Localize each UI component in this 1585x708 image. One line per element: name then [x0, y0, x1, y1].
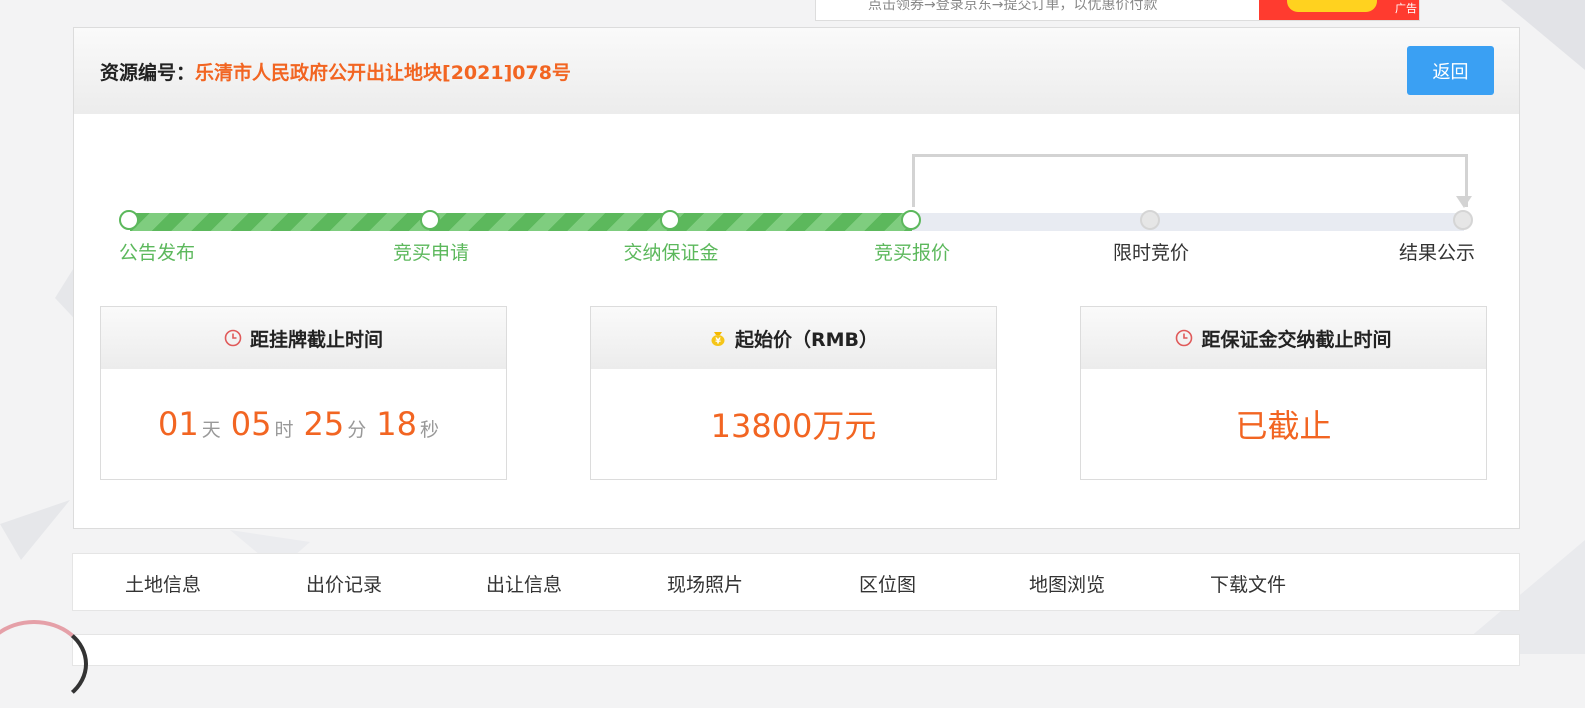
money-bag-icon: ¥	[711, 332, 725, 346]
box-title: 距挂牌截止时间	[249, 328, 383, 351]
step-label-4: 竞买报价	[873, 242, 951, 264]
svg-text:¥: ¥	[715, 337, 721, 346]
card-header: 资源编号：乐清市人民政府公开出让地块[2021]078号 返回	[74, 28, 1519, 114]
countdown-days: 01	[158, 405, 199, 443]
step-node-1	[119, 210, 139, 230]
step-node-3	[660, 210, 680, 230]
content-panel	[72, 634, 1520, 666]
clock-icon	[224, 329, 242, 347]
background-shard	[0, 500, 70, 560]
resource-id-value: 乐清市人民政府公开出让地块[2021]078号	[195, 62, 571, 84]
back-button[interactable]: 返回	[1407, 46, 1494, 95]
progress-steps: 公告发布 竞买申请 交纳保证金 竞买报价 限时竞价 结果公示	[74, 114, 1519, 294]
deposit-status-area: 已截止	[1081, 369, 1486, 479]
start-price-value: 13800万元	[710, 407, 877, 445]
ad-pill	[1287, 0, 1377, 12]
box-header: ¥ 起始价（RMB）	[591, 307, 996, 369]
tab-site-photos[interactable]: 现场照片	[667, 570, 743, 597]
box-header: 距保证金交纳截止时间	[1081, 307, 1486, 369]
clock-icon	[1176, 329, 1193, 347]
tab-location-map[interactable]: 区位图	[859, 570, 916, 597]
tab-download-files[interactable]: 下载文件	[1210, 570, 1286, 597]
step-label-3: 交纳保证金	[623, 242, 719, 264]
step-node-2	[420, 210, 440, 230]
progress-track	[130, 213, 1464, 231]
down-arrow-icon	[1456, 196, 1472, 208]
tab-bid-records[interactable]: 出价记录	[306, 570, 382, 597]
resource-id-row: 资源编号：乐清市人民政府公开出让地块[2021]078号	[100, 58, 571, 85]
step-node-4	[901, 210, 921, 230]
countdown-minutes: 25	[303, 405, 345, 443]
ad-banner[interactable]: 点击领券→登录京东→提交订单，以优惠价付款 广告	[815, 0, 1420, 21]
countdown-days-unit: 天	[201, 418, 221, 441]
step-label-2: 竞买申请	[392, 242, 470, 264]
countdown-minutes-unit: 分	[347, 418, 367, 441]
countdown-seconds-unit: 秒	[419, 418, 439, 441]
price-value-area: 13800万元	[591, 369, 996, 479]
tab-land-info[interactable]: 土地信息	[125, 570, 201, 597]
step-label-6: 结果公示	[1398, 242, 1476, 264]
step-node-6	[1453, 210, 1473, 230]
box-title: 起始价（RMB）	[734, 328, 879, 351]
start-price-box: ¥ 起始价（RMB） 13800万元	[590, 306, 997, 480]
box-header: 距挂牌截止时间	[101, 307, 506, 369]
listing-deadline-box: 距挂牌截止时间 01 天 05 时 25 分 18 秒	[100, 306, 507, 480]
resource-id-label: 资源编号：	[100, 62, 196, 84]
ad-tag: 广告	[1395, 2, 1417, 15]
ad-image[interactable]: 广告	[1259, 0, 1419, 20]
progress-fill	[130, 213, 912, 231]
step-label-5: 限时竞价	[1112, 242, 1190, 264]
skip-bracket-line	[912, 154, 1468, 207]
deposit-deadline-box: 距保证金交纳截止时间 已截止	[1080, 306, 1487, 480]
countdown-seconds: 18	[376, 405, 417, 443]
detail-tabs: 土地信息 出价记录 出让信息 现场照片 区位图 地图浏览 下载文件	[72, 553, 1520, 611]
resource-card: 资源编号：乐清市人民政府公开出让地块[2021]078号 返回 公告发布 竞买申请…	[73, 27, 1520, 529]
step-label-1: 公告发布	[118, 242, 196, 264]
countdown-hours-unit: 时	[274, 418, 294, 441]
countdown: 01 天 05 时 25 分 18 秒	[101, 369, 506, 479]
ad-text: 点击领券→登录京东→提交订单，以优惠价付款	[868, 0, 1158, 13]
deposit-status-value: 已截止	[1235, 407, 1332, 445]
box-title: 距保证金交纳截止时间	[1201, 328, 1392, 351]
tab-map-browse[interactable]: 地图浏览	[1029, 570, 1105, 597]
countdown-hours: 05	[230, 405, 272, 443]
step-node-5	[1140, 210, 1160, 230]
tab-transfer-info[interactable]: 出让信息	[486, 570, 562, 597]
